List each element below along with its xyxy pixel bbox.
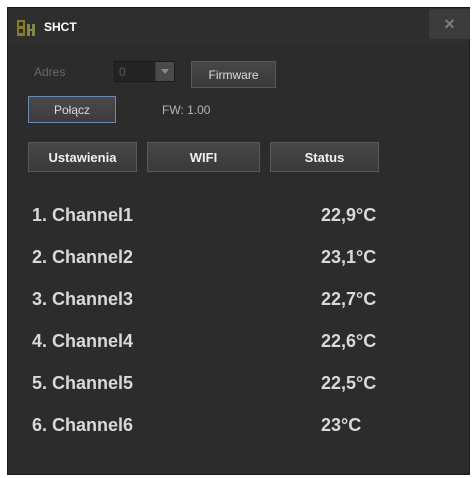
channel-row: 3. Channel3 22,7°C bbox=[8, 289, 471, 315]
channel-name: 3. Channel3 bbox=[32, 289, 134, 309]
channel-temperature: 22,7°C bbox=[321, 289, 377, 309]
tab-settings[interactable]: Ustawienia bbox=[28, 142, 137, 172]
window-title: SHCT bbox=[44, 20, 77, 34]
tab-status[interactable]: Status bbox=[270, 142, 379, 172]
firmware-version: FW: 1.00 bbox=[162, 103, 211, 117]
close-button[interactable]: × bbox=[429, 9, 470, 39]
connect-button[interactable]: Połącz bbox=[28, 96, 116, 123]
channel-row: 4. Channel4 22,6°C bbox=[8, 331, 471, 357]
channel-temperature: 22,6°C bbox=[321, 331, 377, 351]
firmware-button[interactable]: Firmware bbox=[191, 61, 276, 88]
channel-name: 6. Channel6 bbox=[32, 415, 134, 435]
channel-temperature: 23°C bbox=[321, 415, 362, 435]
channel-temperature: 22,5°C bbox=[321, 373, 377, 393]
channel-row: 5. Channel5 22,5°C bbox=[8, 373, 471, 399]
app-logo-icon bbox=[17, 20, 35, 36]
channel-name: 4. Channel4 bbox=[32, 331, 134, 351]
adres-value: 0 bbox=[119, 65, 126, 79]
close-icon: × bbox=[444, 13, 455, 34]
title-bar: SHCT × bbox=[8, 8, 470, 45]
app-window: SHCT × Adres 0 Firmware Połącz FW: 1.00 … bbox=[7, 7, 470, 475]
channel-temperature: 23,1°C bbox=[321, 247, 377, 267]
channel-row: 2. Channel2 23,1°C bbox=[8, 247, 471, 273]
channel-name: 2. Channel2 bbox=[32, 247, 134, 267]
channel-row: 6. Channel6 23°C bbox=[8, 415, 471, 441]
tab-wifi[interactable]: WIFI bbox=[147, 142, 260, 172]
channel-name: 1. Channel1 bbox=[32, 205, 134, 225]
chevron-down-icon[interactable] bbox=[155, 62, 174, 81]
channel-temperature: 22,9°C bbox=[321, 205, 377, 225]
channel-row: 1. Channel1 22,9°C bbox=[8, 205, 471, 231]
adres-select[interactable]: 0 bbox=[114, 61, 175, 82]
channel-name: 5. Channel5 bbox=[32, 373, 134, 393]
adres-label: Adres bbox=[34, 65, 66, 79]
